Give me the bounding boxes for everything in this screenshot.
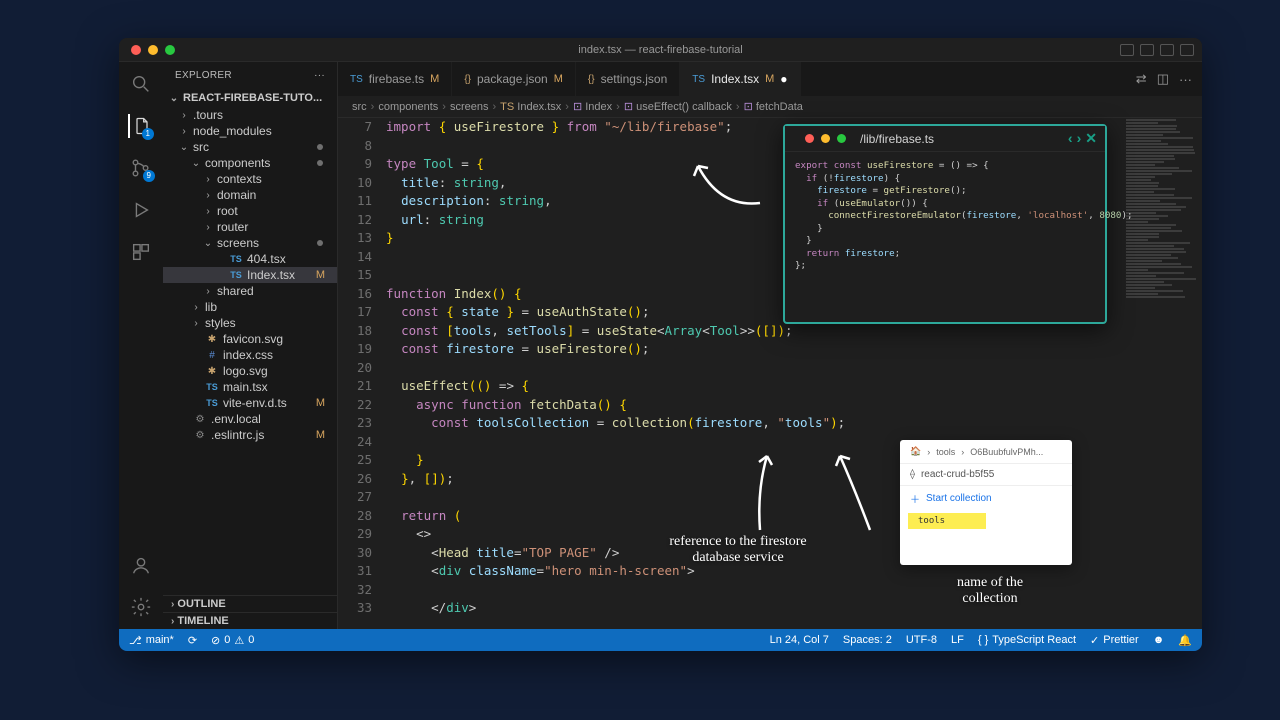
peek-code: export const useFirestore = () => { if (… — [785, 152, 1105, 281]
project-icon: ⟠ — [910, 469, 915, 480]
tree-item[interactable]: TSvite-env.d.tsM — [163, 395, 337, 411]
feedback-icon[interactable]: ☻ — [1153, 634, 1165, 646]
tree-item[interactable]: ›styles — [163, 315, 337, 331]
annotation-name: name of the collection — [935, 575, 1045, 607]
layout-controls[interactable] — [1120, 44, 1194, 56]
titlebar: index.tsx — react-firebase-tutorial — [119, 38, 1202, 62]
search-icon[interactable] — [129, 72, 153, 96]
tree-item[interactable]: ⌄screens — [163, 235, 337, 251]
file-tree: ›.tours›node_modules⌄src⌄components›cont… — [163, 107, 337, 595]
scm-badge: 9 — [143, 170, 155, 182]
more-icon[interactable]: ··· — [314, 70, 325, 81]
editor-tab[interactable]: TSfirebase.tsM — [338, 62, 452, 96]
firebase-panel: 🏠 › tools › O6BuubfulvPMh... ⟠react-crud… — [900, 440, 1072, 565]
fb-bc-coll[interactable]: tools — [936, 447, 955, 457]
tree-item[interactable]: ✱logo.svg — [163, 363, 337, 379]
bell-icon[interactable]: 🔔 — [1178, 634, 1192, 647]
traffic-lights[interactable] — [131, 45, 175, 55]
activity-bar: 1 9 — [119, 62, 163, 629]
git-branch[interactable]: ⎇ main* — [129, 634, 174, 647]
tree-item[interactable]: ›shared — [163, 283, 337, 299]
cursor-pos[interactable]: Ln 24, Col 7 — [770, 634, 829, 646]
tree-item[interactable]: ›contexts — [163, 171, 337, 187]
tree-item[interactable]: ⚙.env.local — [163, 411, 337, 427]
peek-overlay: /lib/firebase.ts ‹ › ✕ export const useF… — [783, 124, 1107, 324]
tree-item[interactable]: ›router — [163, 219, 337, 235]
timeline-section[interactable]: › TIMELINE — [163, 612, 337, 629]
tree-item[interactable]: ›.tours — [163, 107, 337, 123]
start-collection-button[interactable]: ＋Start collection — [900, 486, 1072, 511]
indent[interactable]: Spaces: 2 — [843, 634, 892, 646]
extensions-icon[interactable] — [129, 240, 153, 264]
eol[interactable]: LF — [951, 634, 964, 646]
maximize-icon[interactable] — [165, 45, 175, 55]
explorer-badge: 1 — [142, 128, 154, 140]
close-icon[interactable] — [131, 45, 141, 55]
tree-item[interactable]: ✱favicon.svg — [163, 331, 337, 347]
tree-item[interactable]: ⌄components — [163, 155, 337, 171]
editor-tab[interactable]: {}package.jsonM — [452, 62, 576, 96]
outline-section[interactable]: › OUTLINE — [163, 595, 337, 612]
annotation-ref: reference to the firestore database serv… — [648, 534, 828, 566]
home-icon[interactable]: 🏠 — [910, 446, 921, 457]
fb-bc-doc[interactable]: O6BuubfulvPMh... — [970, 447, 1043, 457]
tree-item[interactable]: ⚙.eslintrc.jsM — [163, 427, 337, 443]
more-icon[interactable]: ··· — [1179, 72, 1192, 87]
tree-item[interactable]: TSIndex.tsxM — [163, 267, 337, 283]
editor-tab[interactable]: {}settings.json — [576, 62, 680, 96]
prettier[interactable]: ✓ Prettier — [1090, 634, 1139, 647]
split-icon[interactable]: ◫ — [1157, 71, 1169, 87]
project-header[interactable]: ⌄REACT-FIREBASE-TUTO... — [163, 89, 337, 107]
tree-item[interactable]: TSmain.tsx — [163, 379, 337, 395]
peek-close-icon[interactable]: ✕ — [1085, 130, 1097, 147]
tree-item[interactable]: ⌄src — [163, 139, 337, 155]
minimize-icon[interactable] — [148, 45, 158, 55]
account-icon[interactable] — [129, 553, 153, 577]
tree-item[interactable]: ›node_modules — [163, 123, 337, 139]
editor-tabs: TSfirebase.tsM{}package.jsonM{}settings.… — [338, 62, 1202, 96]
tree-item[interactable]: ›domain — [163, 187, 337, 203]
scm-icon[interactable]: 9 — [129, 156, 153, 180]
window-title: index.tsx — react-firebase-tutorial — [578, 44, 742, 56]
sidebar-title: EXPLORER — [175, 70, 232, 81]
peek-next-icon[interactable]: › — [1077, 130, 1082, 147]
tree-item[interactable]: #index.css — [163, 347, 337, 363]
compare-icon[interactable]: ⇄ — [1136, 71, 1147, 87]
statusbar: ⎇ main* ⟳ ⊘ 0 ⚠ 0 Ln 24, Col 7 Spaces: 2… — [119, 629, 1202, 651]
breadcrumb[interactable]: src›components›screens›TS Index.tsx›⊡ In… — [338, 96, 1202, 118]
explorer-icon[interactable]: 1 — [128, 114, 152, 138]
minimap[interactable] — [1122, 118, 1202, 629]
peek-filename: /lib/firebase.ts — [860, 132, 934, 146]
tree-item[interactable]: TS404.tsx — [163, 251, 337, 267]
problems[interactable]: ⊘ 0 ⚠ 0 — [211, 634, 254, 647]
gear-icon[interactable] — [129, 595, 153, 619]
sidebar: EXPLORER ··· ⌄REACT-FIREBASE-TUTO... ›.t… — [163, 62, 338, 629]
encoding[interactable]: UTF-8 — [906, 634, 937, 646]
tree-item[interactable]: ›lib — [163, 299, 337, 315]
collection-item[interactable]: tools — [908, 513, 986, 529]
fb-project: react-crud-b5f55 — [921, 469, 994, 480]
editor-tab[interactable]: TSIndex.tsxM● — [680, 62, 800, 96]
language-mode[interactable]: { } TypeScript React — [978, 634, 1076, 646]
debug-icon[interactable] — [129, 198, 153, 222]
tree-item[interactable]: ›root — [163, 203, 337, 219]
peek-prev-icon[interactable]: ‹ — [1068, 130, 1073, 147]
sync-icon[interactable]: ⟳ — [188, 634, 197, 647]
